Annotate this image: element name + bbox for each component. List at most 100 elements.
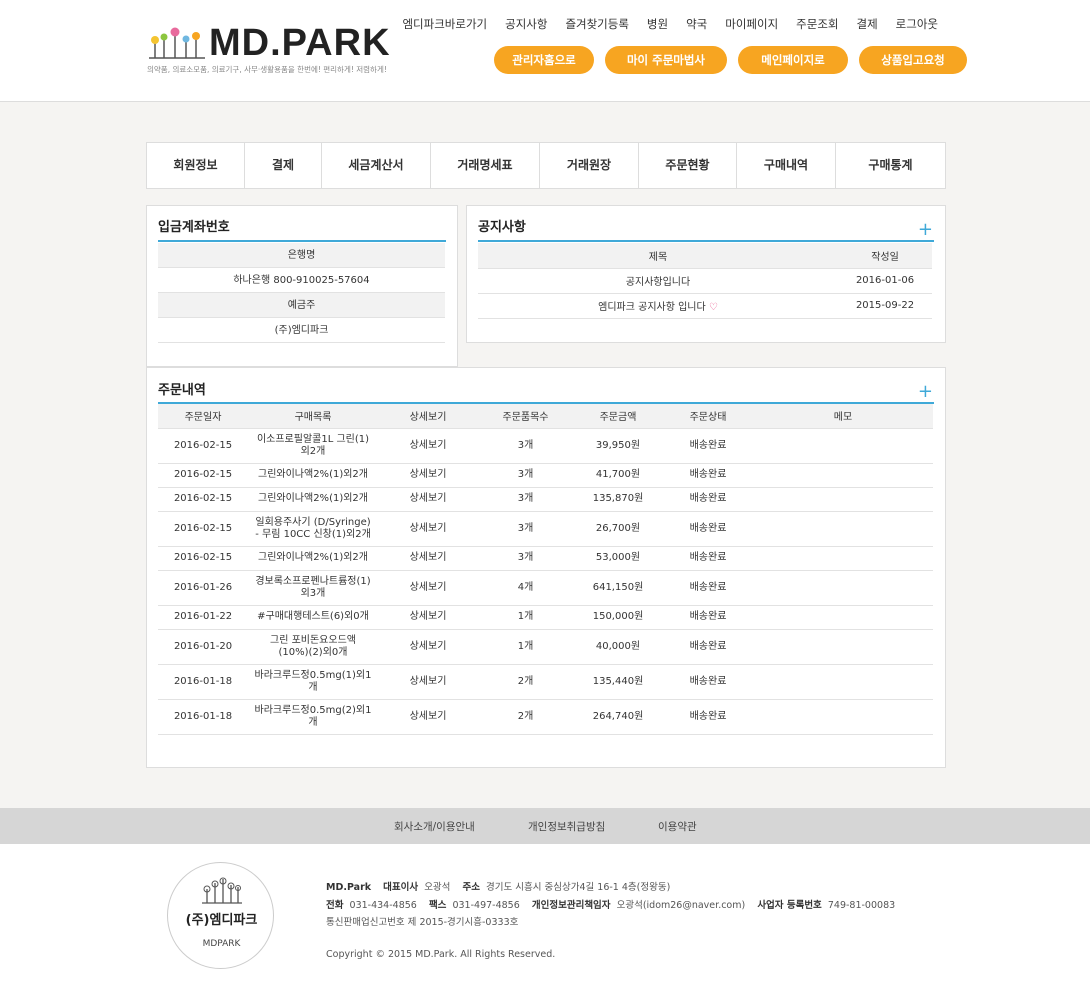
order-items[interactable]: #구매대행테스트(6)외0개 <box>248 605 378 630</box>
order-row[interactable]: 2016-01-20 그린 포비돈요오드액 (10%)(2)외0개 상세보기 1개 40… <box>158 629 933 665</box>
order-detail-link[interactable]: 상세보기 <box>378 629 478 665</box>
footer-contact-line: 전화 031-434-4856 팩스 031-497-4856 개인정보관리책임… <box>326 897 895 911</box>
order-items[interactable]: 바라크루드정0.5mg(2)외1 개 <box>248 699 378 735</box>
order-status: 배송완료 <box>663 487 753 512</box>
order-count: 3개 <box>478 546 573 571</box>
order-detail-link[interactable]: 상세보기 <box>378 699 478 735</box>
main-page-button[interactable]: 메인페이지로 <box>738 46 848 74</box>
order-items[interactable]: 그린와이나액2%(1)외2개 <box>248 487 378 512</box>
top-nav-order-lookup[interactable]: 주문조회 <box>796 16 838 32</box>
notice-more-icon[interactable]: + <box>918 221 933 239</box>
order-amount: 41,700원 <box>573 463 663 488</box>
order-row[interactable]: 2016-01-26 경보록소프로펜나트륨정(1) 외3개 상세보기 4개 641,15… <box>158 570 933 606</box>
order-date: 2016-01-18 <box>158 664 248 700</box>
order-detail-link[interactable]: 상세보기 <box>378 605 478 630</box>
orders-header-amount: 주문금액 <box>573 404 663 429</box>
order-items[interactable]: 그린와이나액2%(1)외2개 <box>248 546 378 571</box>
notice-row-date: 2015-09-22 <box>838 293 932 319</box>
footer-ceo: 오광석 <box>424 882 451 893</box>
top-nav-pharmacy[interactable]: 약국 <box>686 16 707 32</box>
tab-member-info[interactable]: 회원정보 <box>147 143 245 188</box>
order-detail-link[interactable]: 상세보기 <box>378 546 478 571</box>
order-detail-link[interactable]: 상세보기 <box>378 664 478 700</box>
order-detail-link[interactable]: 상세보기 <box>378 463 478 488</box>
order-status: 배송완료 <box>663 570 753 606</box>
logo-tagline: 의약품, 의료소모품, 의료기구, 사무·생활용품을 한번에! 편리하게! 저렴… <box>147 65 387 74</box>
top-nav-bookmark[interactable]: 즐겨찾기등록 <box>565 16 628 32</box>
order-row[interactable]: 2016-01-18 바라크루드정0.5mg(2)외1 개 상세보기 2개 264,74… <box>158 699 933 735</box>
top-nav-logout[interactable]: 로그아웃 <box>896 16 938 32</box>
tab-statement[interactable]: 거래명세표 <box>431 143 540 188</box>
order-status: 배송완료 <box>663 605 753 630</box>
footer-addr-label: 주소 <box>462 882 480 893</box>
footer-link-privacy[interactable]: 개인정보취급방침 <box>528 819 605 834</box>
footer-copyright: Copyright © 2015 MD.Park. All Rights Res… <box>326 949 556 960</box>
order-items[interactable]: 이소프로필알콜1L 그린(1) 외2개 <box>248 428 378 464</box>
order-memo <box>753 664 933 700</box>
order-detail-link[interactable]: 상세보기 <box>378 570 478 606</box>
notice-row[interactable]: 공지사항입니다 2016-01-06 <box>478 268 932 294</box>
admin-home-button[interactable]: 관리자홈으로 <box>494 46 594 74</box>
order-detail-link[interactable]: 상세보기 <box>378 511 478 547</box>
order-row[interactable]: 2016-02-15 그린와이나액2%(1)외2개 상세보기 3개 41,700원 배송완… <box>158 463 933 488</box>
notice-row-title-cell: 엠디파크 공지사항 입니다 ♡ <box>478 293 838 319</box>
notice-row-title[interactable]: 공지사항입니다 <box>478 268 838 294</box>
orders-more-icon[interactable]: + <box>918 383 933 401</box>
order-row[interactable]: 2016-02-15 그린와이나액2%(1)외2개 상세보기 3개 53,000원 배송완… <box>158 546 933 571</box>
order-row[interactable]: 2016-01-18 바라크루드정0.5mg(1)외1 개 상세보기 2개 135,44… <box>158 664 933 700</box>
order-items[interactable]: 바라크루드정0.5mg(1)외1 개 <box>248 664 378 700</box>
order-count: 1개 <box>478 629 573 665</box>
notice-title: 공지사항 <box>478 220 526 235</box>
tab-purchase-history[interactable]: 구매내역 <box>737 143 836 188</box>
order-amount: 53,000원 <box>573 546 663 571</box>
order-detail-link[interactable]: 상세보기 <box>378 487 478 512</box>
product-request-button[interactable]: 상품입고요청 <box>859 46 967 74</box>
order-row[interactable]: 2016-02-15 일회용주사기 (D/Syringe) - 무림 10CC 신… <box>158 511 933 547</box>
order-items[interactable]: 그린 포비돈요오드액 (10%)(2)외0개 <box>248 629 378 665</box>
top-nav-payment[interactable]: 결제 <box>857 16 878 32</box>
top-nav-notice[interactable]: 공지사항 <box>505 16 547 32</box>
site-logo[interactable]: MD.PARK 의약품, 의료소모품, 의료기구, 사무·생활용품을 한번에! … <box>147 22 392 77</box>
mypage-tabs: 회원정보 결제 세금계산서 거래명세표 거래원장 주문현황 구매내역 구매통계 <box>146 142 946 189</box>
footer-fax-label: 팩스 <box>428 900 447 911</box>
order-row[interactable]: 2016-01-22 #구매대행테스트(6)외0개 상세보기 1개 150,000원 배송… <box>158 605 933 630</box>
footer-link-about[interactable]: 회사소개/이용안내 <box>394 819 475 834</box>
notice-row-title[interactable]: 엠디파크 공지사항 입니다 <box>598 302 706 313</box>
order-amount: 641,150원 <box>573 570 663 606</box>
order-row[interactable]: 2016-02-15 이소프로필알콜1L 그린(1) 외2개 상세보기 3개 39,95… <box>158 428 933 464</box>
order-memo <box>753 546 933 571</box>
order-status: 배송완료 <box>663 511 753 547</box>
deposit-account-panel: 입금계좌번호 은행명 하나은행 800-910025-57604 예금주 (주)… <box>146 205 458 367</box>
order-date: 2016-02-15 <box>158 463 248 488</box>
tab-ledger[interactable]: 거래원장 <box>540 143 639 188</box>
footer-biz: 749-81-00083 <box>827 900 896 911</box>
order-memo <box>753 487 933 512</box>
order-row[interactable]: 2016-02-15 그린와이나액2%(1)외2개 상세보기 3개 135,870원 배송… <box>158 487 933 512</box>
logo-text: MD.PARK <box>209 22 391 64</box>
footer-logo-sub: MDPARK <box>202 939 241 949</box>
deposit-divider <box>158 240 446 242</box>
order-items[interactable]: 경보록소프로펜나트륨정(1) 외3개 <box>248 570 378 606</box>
order-items[interactable]: 일회용주사기 (D/Syringe) - 무림 10CC 신창(1)외2개 <box>248 511 378 547</box>
tab-order-status[interactable]: 주문현황 <box>639 143 737 188</box>
order-status: 배송완료 <box>663 629 753 665</box>
order-status: 배송완료 <box>663 546 753 571</box>
order-date: 2016-01-26 <box>158 570 248 606</box>
tab-payment[interactable]: 결제 <box>245 143 322 188</box>
tab-tax-invoice[interactable]: 세금계산서 <box>322 143 431 188</box>
order-items[interactable]: 그린와이나액2%(1)외2개 <box>248 463 378 488</box>
order-date: 2016-02-15 <box>158 428 248 464</box>
order-detail-link[interactable]: 상세보기 <box>378 428 478 464</box>
orders-header-status: 주문상태 <box>663 404 753 429</box>
order-amount: 26,700원 <box>573 511 663 547</box>
orders-header-items: 구매목록 <box>248 404 378 429</box>
order-wizard-button[interactable]: 마이 주문마법사 <box>605 46 727 74</box>
orders-body: 2016-02-15 이소프로필알콜1L 그린(1) 외2개 상세보기 3개 39,95… <box>158 428 933 735</box>
tab-purchase-stats[interactable]: 구매통계 <box>836 143 945 188</box>
notice-row[interactable]: 엠디파크 공지사항 입니다 ♡ 2015-09-22 <box>478 293 932 319</box>
top-nav-mdpark-shortcut[interactable]: 엠디파크바로가기 <box>402 16 487 32</box>
top-nav-mypage[interactable]: 마이페이지 <box>725 16 778 32</box>
footer-link-terms[interactable]: 이용약관 <box>658 819 697 834</box>
holder-label: 예금주 <box>158 293 445 318</box>
top-nav-hospital[interactable]: 병원 <box>647 16 668 32</box>
